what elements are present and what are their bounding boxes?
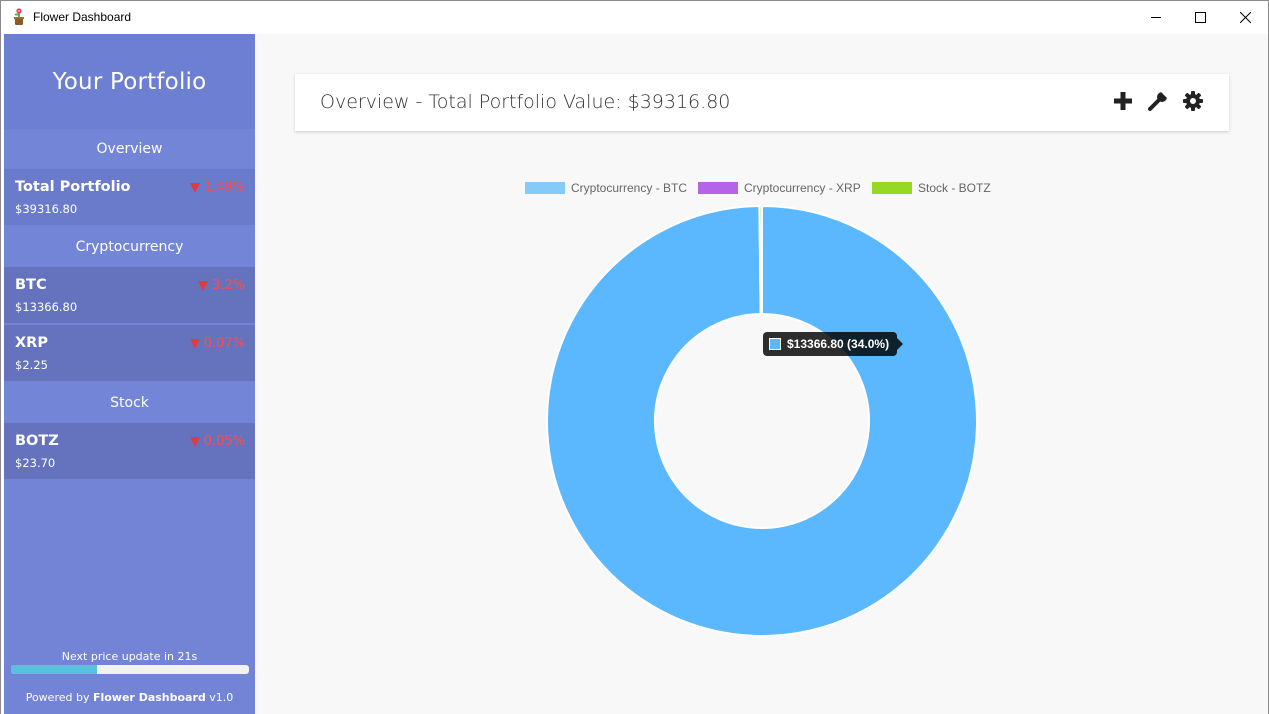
powered-version: v1.0 bbox=[209, 691, 234, 704]
asset-name: XRP bbox=[15, 335, 48, 351]
close-button[interactable] bbox=[1222, 1, 1268, 34]
app-window: Flower Dashboard Your Portfolio Overview… bbox=[0, 0, 1269, 714]
change-percent: 0.07% bbox=[203, 336, 245, 351]
down-arrow-icon bbox=[189, 436, 200, 447]
asset-value: $2.25 bbox=[15, 358, 48, 372]
maximize-icon bbox=[1194, 12, 1206, 23]
down-arrow-icon bbox=[189, 182, 200, 193]
sidebar-item-btc[interactable]: BTC $13366.80 3.2% bbox=[4, 267, 255, 323]
section-cryptocurrency[interactable]: Cryptocurrency bbox=[4, 227, 255, 267]
change-indicator: 3.2% bbox=[197, 278, 245, 293]
chart-tooltip: $13366.80 (34.0%) bbox=[763, 332, 904, 356]
sidebar: Your Portfolio Overview Total Portfolio … bbox=[4, 34, 255, 714]
sidebar-item-xrp[interactable]: XRP $2.25 0.07% bbox=[4, 325, 255, 381]
price-update-progress bbox=[11, 665, 249, 674]
asset-name: BTC bbox=[15, 277, 47, 293]
change-indicator: 0.05% bbox=[189, 434, 245, 449]
price-update-label: Next price update in 21s bbox=[61, 650, 198, 663]
sidebar-title: Your Portfolio bbox=[4, 34, 255, 129]
asset-value: $23.70 bbox=[15, 456, 56, 470]
down-arrow-icon bbox=[197, 280, 208, 291]
window-title: Flower Dashboard bbox=[33, 10, 132, 24]
title-bar: Flower Dashboard bbox=[1, 1, 1268, 34]
maximize-button[interactable] bbox=[1177, 1, 1223, 34]
tooltip-text: $13366.80 (34.0%) bbox=[787, 337, 890, 351]
down-arrow-icon bbox=[189, 338, 200, 349]
change-indicator: 0.07% bbox=[189, 336, 245, 351]
slice-botz[interactable] bbox=[758, 204, 763, 316]
change-percent: 1.49% bbox=[203, 180, 245, 195]
asset-value: $13366.80 bbox=[15, 300, 78, 314]
change-indicator: 1.49% bbox=[189, 180, 245, 195]
tooltip-swatch bbox=[769, 338, 781, 350]
powered-by: Powered by Flower Dashboard v1.0 bbox=[4, 691, 255, 704]
sidebar-item-botz[interactable]: BOTZ $23.70 0.05% bbox=[4, 423, 255, 479]
asset-value: $39316.80 bbox=[15, 202, 78, 216]
minimize-button[interactable] bbox=[1133, 1, 1179, 34]
asset-name: BOTZ bbox=[15, 433, 59, 449]
change-percent: 3.2% bbox=[211, 278, 245, 293]
powered-name: Flower Dashboard bbox=[92, 691, 206, 704]
change-percent: 0.05% bbox=[203, 434, 245, 449]
asset-name: Total Portfolio bbox=[15, 179, 131, 195]
doughnut-chart bbox=[546, 204, 978, 637]
minimize-icon bbox=[1150, 17, 1161, 18]
section-stock[interactable]: Stock bbox=[4, 383, 255, 423]
flower-pot-icon bbox=[14, 8, 24, 25]
progress-fill bbox=[11, 665, 97, 674]
powered-prefix: Powered by bbox=[25, 691, 90, 704]
close-icon bbox=[1239, 12, 1251, 23]
main-content: Overview - Total Portfolio Value: $39316… bbox=[255, 34, 1268, 714]
sidebar-item-total-portfolio[interactable]: Total Portfolio $39316.80 1.49% bbox=[4, 169, 255, 225]
section-overview[interactable]: Overview bbox=[4, 129, 255, 169]
